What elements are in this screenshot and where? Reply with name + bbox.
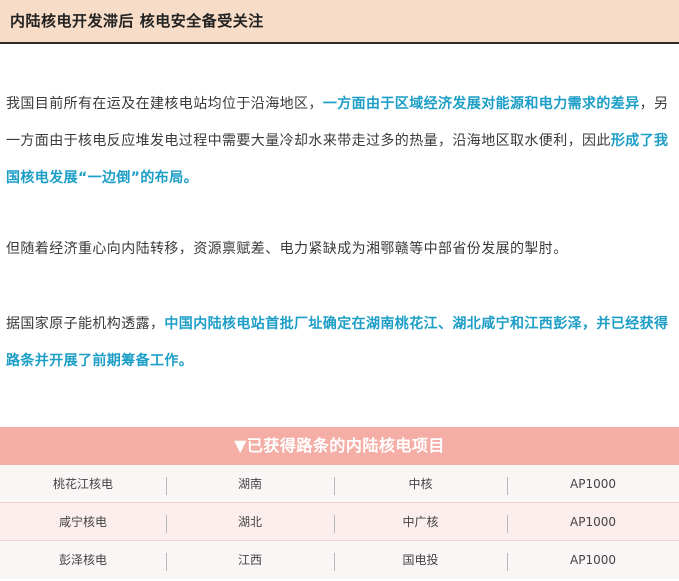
- table-heading: ▼已获得路条的内陆核电项目: [0, 427, 679, 465]
- table-cell-company: 中广核: [402, 515, 439, 529]
- paragraph-inland-shift: 但随着经济重心向内陆转移，资源禀赋差、电力紧缺成为湘鄂赣等中部省份发展的掣肘。: [6, 231, 676, 268]
- table-cell-technology: AP1000: [570, 553, 616, 567]
- article-header: 内陆核电开发滞后 核电安全备受关注: [0, 0, 679, 44]
- table-row: 咸宁核电 湖北 中广核 AP1000: [0, 503, 679, 541]
- paragraph-coastal-layout: 我国目前所有在运及在建核电站均位于沿海地区，一方面由于区域经济发展对能源和电力需…: [6, 86, 676, 197]
- table-cell-company: 中核: [408, 477, 433, 491]
- p1-text-1: 我国目前所有在运及在建核电站均位于沿海地区，: [6, 96, 323, 112]
- table-cell-province: 湖北: [237, 515, 262, 529]
- table-cell-province: 湖南: [237, 477, 262, 491]
- inland-nuclear-projects-table: ▼已获得路条的内陆核电项目 桃花江核电 湖南 中核 AP1000 咸宁核电 湖北…: [0, 427, 679, 579]
- table-cell-province: 江西: [237, 553, 262, 567]
- table-cell-company: 国电投: [402, 553, 439, 567]
- table-row: 彭泽核电 江西 国电投 AP1000: [0, 541, 679, 579]
- table-cell-technology: AP1000: [570, 515, 616, 529]
- table-cell-project: 咸宁核电: [58, 515, 107, 529]
- table-cell-project: 桃花江核电: [52, 477, 113, 491]
- table-row: 桃花江核电 湖南 中核 AP1000: [0, 465, 679, 503]
- p2-text: 但随着经济重心向内陆转移，资源禀赋差、电力紧缺成为湘鄂赣等中部省份发展的掣肘。: [6, 241, 568, 257]
- table-cell-technology: AP1000: [570, 477, 616, 491]
- page-title: 内陆核电开发滞后 核电安全备受关注: [10, 12, 264, 30]
- table-cell-project: 彭泽核电: [58, 553, 107, 567]
- p1-highlight-1: 一方面由于区域经济发展对能源和电力需求的差异: [322, 96, 640, 112]
- paragraph-site-selection: 据国家原子能机构透露，中国内陆核电站首批厂址确定在湖南桃花江、湖北咸宁和江西彭泽…: [6, 306, 676, 380]
- p3-text-1: 据国家原子能机构透露，: [6, 316, 165, 332]
